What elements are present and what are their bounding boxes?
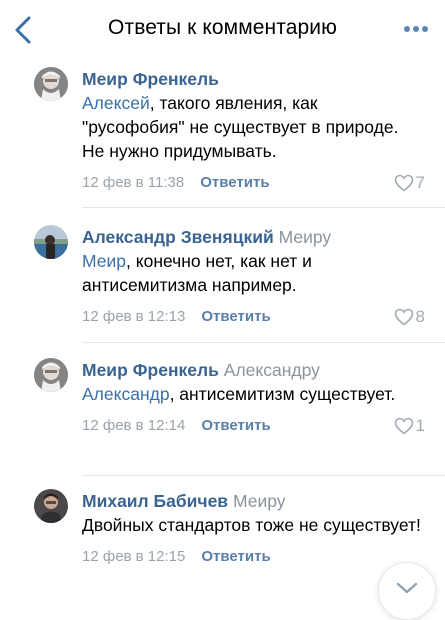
author-name[interactable]: Меир Френкель [82, 69, 219, 89]
comment-date: 12 фев в 11:38 [82, 174, 185, 191]
mention-link[interactable]: Меир [82, 251, 126, 271]
avatar-photo-icon [34, 67, 68, 101]
divider [82, 475, 445, 476]
comment-meta: Александр Звеняцкий Меиру [82, 225, 425, 249]
comment-text: Меир, конечно нет, как нет и антисемитиз… [82, 249, 425, 297]
like-button[interactable]: 1 [394, 415, 425, 437]
like-button[interactable]: 7 [394, 172, 425, 194]
like-count: 7 [415, 173, 425, 192]
avatar[interactable] [34, 67, 68, 101]
reply-button[interactable]: Ответить [201, 417, 270, 434]
avatar-photo-icon [34, 489, 68, 523]
scroll-down-button[interactable] [378, 562, 436, 620]
comment-footer: 12 фев в 12:13 Ответить 8 [82, 306, 425, 328]
avatar-photo-icon [34, 225, 68, 259]
avatar[interactable] [34, 489, 68, 523]
reply-button[interactable]: Ответить [201, 548, 270, 565]
top-bar: Ответы к комментарию [0, 0, 445, 58]
divider [82, 207, 445, 208]
reply-button[interactable]: Ответить [200, 174, 269, 191]
comment-meta: Меир Френкель Александру [82, 358, 425, 382]
page-title: Ответы к комментарию [108, 16, 337, 39]
comment-body: Двойных стандартов тоже не существует! [82, 515, 421, 535]
comment-meta: Меир Френкель [82, 67, 425, 91]
like-count: 8 [415, 307, 425, 326]
more-horizontal-icon [404, 26, 428, 32]
avatar-photo-icon [34, 358, 68, 392]
comment-content: Меир Френкель Алексей, такого явления, к… [82, 67, 425, 194]
divider [82, 342, 445, 343]
comment-content: Михаил Бабичев Меиру Двойных стандартов … [82, 489, 425, 568]
mention-link[interactable]: Александр [82, 384, 170, 404]
author-name[interactable]: Александр Звеняцкий [82, 227, 274, 247]
comment-footer: 12 фев в 11:38 Ответить 7 [82, 172, 425, 194]
comment-content: Меир Френкель Александру Александр, анти… [82, 358, 425, 437]
comment-content: Александр Звеняцкий Меиру Меир, конечно … [82, 225, 425, 328]
comment-meta: Михаил Бабичев Меиру [82, 489, 425, 513]
comment-body: , антисемитизм существует. [169, 384, 396, 404]
like-count: 1 [415, 416, 425, 435]
comment-text: Александр, антисемитизм существует. [82, 382, 425, 406]
mention-link[interactable]: Алексей [82, 93, 150, 113]
avatar[interactable] [34, 358, 68, 392]
author-name[interactable]: Михаил Бабичев [82, 491, 228, 511]
chevron-down-icon [396, 582, 418, 594]
comment-date: 12 фев в 12:15 [82, 548, 186, 565]
comment-text: Двойных стандартов тоже не существует! [82, 513, 425, 537]
comment-footer: 12 фев в 12:15 Ответить [82, 546, 425, 568]
comment-date: 12 фев в 12:14 [82, 417, 186, 434]
reply-to-label[interactable]: Александру [224, 360, 320, 380]
avatar[interactable] [34, 225, 68, 259]
comment-footer: 12 фев в 12:14 Ответить 1 [82, 415, 425, 437]
like-button[interactable]: 8 [394, 306, 425, 328]
heart-icon [394, 308, 413, 326]
comment-date: 12 фев в 12:13 [82, 308, 186, 325]
heart-icon [394, 417, 413, 435]
more-button[interactable] [401, 20, 431, 38]
author-name[interactable]: Меир Френкель [82, 360, 219, 380]
heart-icon [394, 174, 413, 192]
reply-to-label[interactable]: Меиру [233, 491, 286, 511]
reply-to-label[interactable]: Меиру [279, 227, 332, 247]
reply-button[interactable]: Ответить [201, 308, 270, 325]
comment-text: Алексей, такого явления, как "русофобия"… [82, 91, 425, 163]
